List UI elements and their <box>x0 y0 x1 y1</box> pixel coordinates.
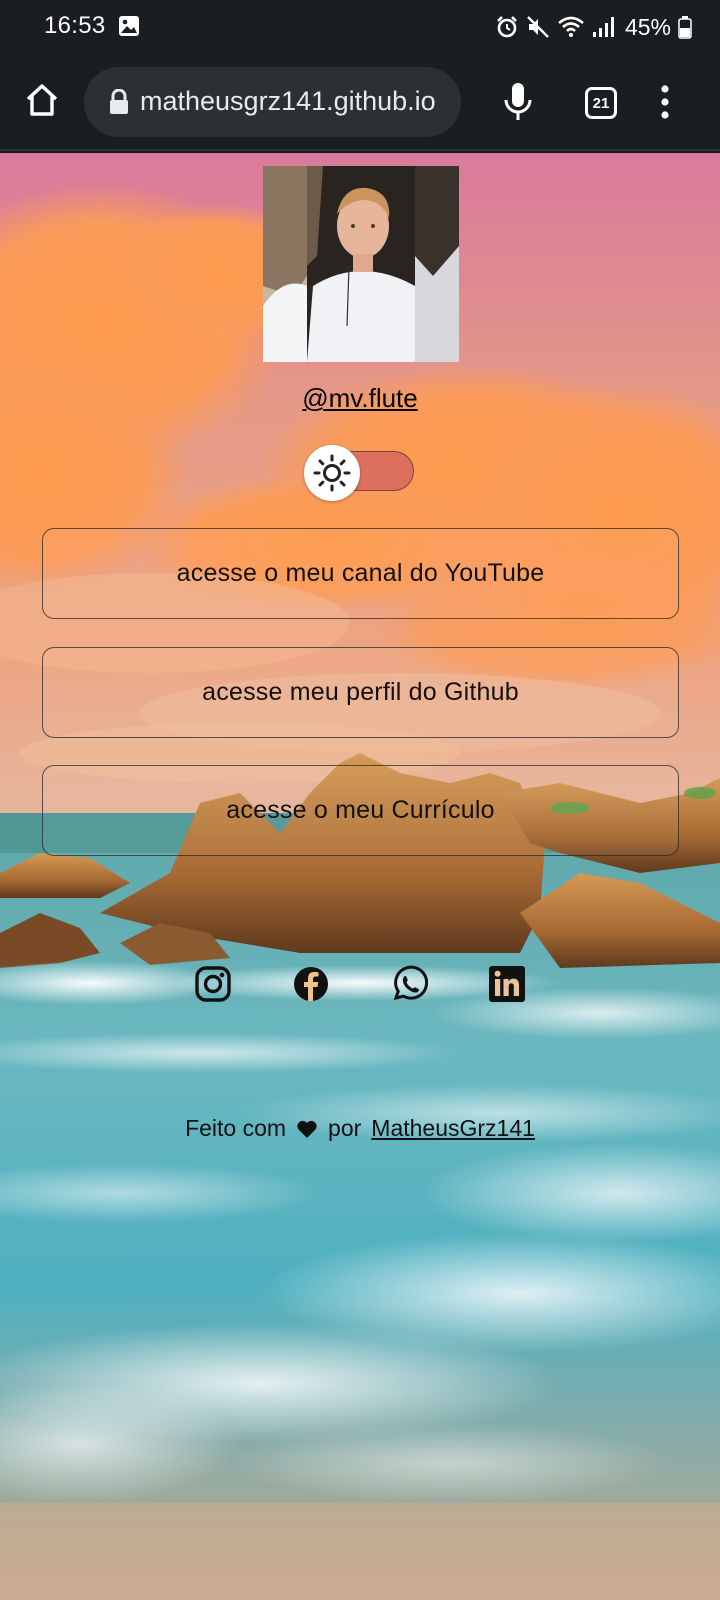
footer-prefix: Feito com <box>185 1115 287 1141</box>
status-time: 16:53 <box>44 12 106 39</box>
linkedin-icon[interactable] <box>488 965 526 1003</box>
sun-icon <box>313 454 351 492</box>
resume-link-button[interactable]: acesse o meu Currículo <box>42 765 679 856</box>
footer: Feito com por MatheusGrz141 <box>0 1115 720 1142</box>
lock-icon <box>110 89 128 114</box>
youtube-link-label: acesse o meu canal do YouTube <box>176 559 545 587</box>
github-link-button[interactable]: acesse meu perfil do Github <box>42 647 679 738</box>
profile-avatar <box>263 166 459 362</box>
home-icon[interactable] <box>22 80 62 120</box>
battery-icon <box>678 16 692 39</box>
toggle-knob <box>304 445 360 501</box>
author-link[interactable]: MatheusGrz141 <box>371 1115 535 1142</box>
signal-icon <box>592 17 614 37</box>
web-page: @mv.flute acesse o meu canal do YouTube … <box>0 153 720 1600</box>
social-links <box>0 965 720 1005</box>
tabs-icon[interactable]: 21 <box>585 87 617 119</box>
github-link-label: acesse meu perfil do Github <box>202 678 519 706</box>
background-image <box>0 153 720 1600</box>
mic-icon[interactable] <box>503 82 533 122</box>
url-bar[interactable]: matheusgrz141.github.io <box>84 67 461 137</box>
instagram-icon[interactable] <box>194 965 232 1003</box>
tab-count: 21 <box>592 94 610 112</box>
heart-icon <box>297 1120 317 1138</box>
status-bar: 16:53 45% <box>0 0 720 54</box>
more-menu-icon[interactable] <box>660 84 670 120</box>
facebook-icon[interactable] <box>292 965 330 1003</box>
resume-link-label: acesse o meu Currículo <box>226 796 495 824</box>
wifi-icon <box>558 16 584 37</box>
alarm-icon <box>497 16 517 38</box>
browser-toolbar: matheusgrz141.github.io 21 <box>0 54 720 151</box>
whatsapp-icon[interactable] <box>390 965 428 1003</box>
battery-percent: 45% <box>624 13 671 40</box>
mute-icon <box>527 16 549 38</box>
status-icons: 45% <box>495 12 692 42</box>
url-text: matheusgrz141.github.io <box>140 86 436 116</box>
youtube-link-button[interactable]: acesse o meu canal do YouTube <box>42 528 679 619</box>
profile-handle-link[interactable]: @mv.flute <box>0 383 720 414</box>
gallery-icon <box>119 16 139 36</box>
footer-middle: por <box>328 1115 362 1141</box>
theme-toggle[interactable] <box>304 445 416 501</box>
